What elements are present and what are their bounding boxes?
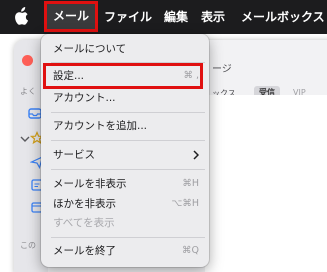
- apple-menu-icon[interactable]: [13, 6, 29, 26]
- menu-bar: メール ファイル 編集 表示 メールボックス: [0, 0, 327, 34]
- menu-mailbox[interactable]: メールボックス: [241, 0, 325, 34]
- sidebar-section-label-bottom: この: [20, 241, 36, 250]
- shortcut-label: ⌥⌘H: [171, 198, 199, 209]
- menu-item-hide-others[interactable]: ほかを非表示 ⌥⌘H: [53, 196, 205, 212]
- menu-item-label: メールを終了: [53, 245, 116, 257]
- menu-separator: [51, 140, 205, 141]
- menu-item-label: メールについて: [53, 43, 127, 55]
- menu-item-about-mail[interactable]: メールについて: [53, 41, 205, 57]
- message-list: [205, 95, 327, 272]
- window-title-partial: ージ: [212, 64, 232, 75]
- menu-item-accounts[interactable]: アカウント...: [53, 90, 205, 106]
- menu-separator: [51, 112, 205, 113]
- menu-item-show-all: すべてを表示: [53, 215, 205, 231]
- menu-item-label: ほかを非表示: [53, 198, 116, 210]
- menu-item-label: サービス: [53, 149, 95, 161]
- shortcut-label: ⌘H: [182, 178, 199, 189]
- menu-item-quit-mail[interactable]: メールを終了 ⌘Q: [53, 243, 205, 259]
- chevron-right-icon: [193, 150, 199, 160]
- window-close-button[interactable]: [22, 55, 33, 66]
- screen: よく この ージ ックス 受信 VIP メール ファイル 編集 表示 メールボッ…: [0, 0, 327, 272]
- menu-item-label: すべてを表示: [53, 217, 115, 229]
- menu-item-label: アカウントを追加...: [53, 120, 148, 132]
- menu-item-services[interactable]: サービス: [53, 147, 205, 163]
- menu-mail[interactable]: メール: [44, 1, 99, 32]
- menu-item-hide-mail[interactable]: メールを非表示 ⌘H: [53, 176, 205, 192]
- menu-item-add-account[interactable]: アカウントを追加...: [53, 118, 205, 134]
- menu-file[interactable]: ファイル: [104, 0, 152, 34]
- settings-highlight-box: [43, 63, 203, 89]
- menu-view[interactable]: 表示: [201, 0, 225, 34]
- menu-item-label: アカウント...: [53, 92, 116, 104]
- sidebar-section-label: よく: [20, 87, 36, 96]
- shortcut-label: ⌘Q: [182, 245, 199, 256]
- menu-separator: [51, 237, 205, 238]
- inbox-icon[interactable]: [28, 106, 42, 120]
- menu-separator: [51, 169, 205, 170]
- menu-edit[interactable]: 編集: [164, 0, 188, 34]
- menu-item-label: メールを非表示: [53, 178, 127, 190]
